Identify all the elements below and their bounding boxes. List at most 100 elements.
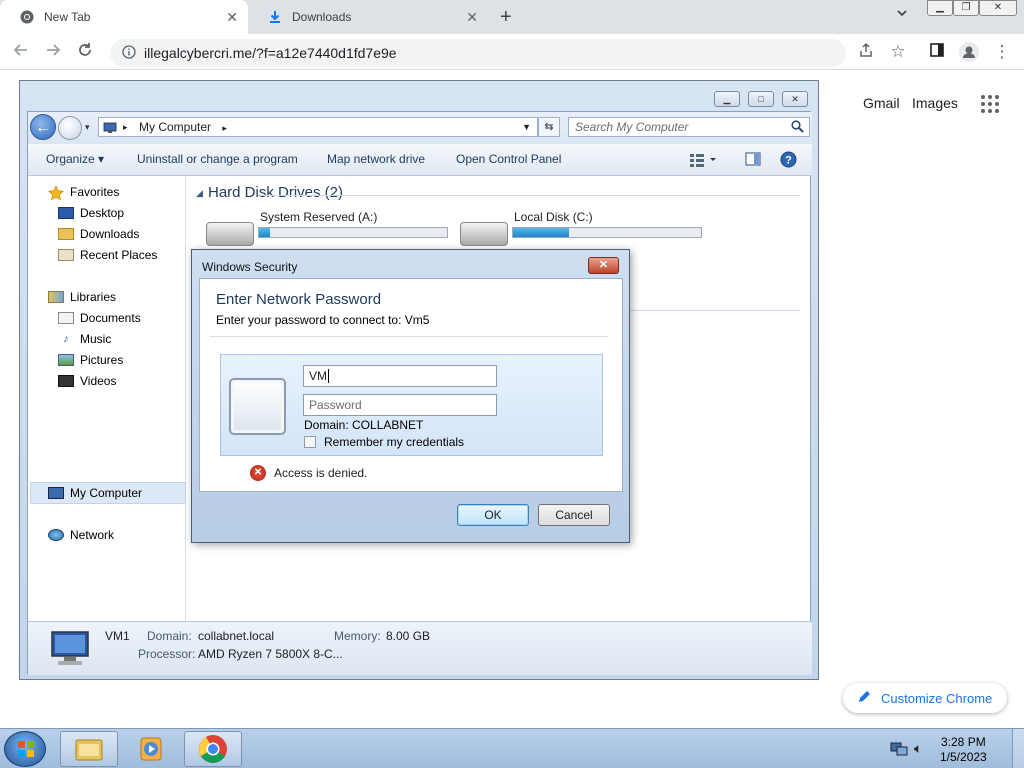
reload-icon[interactable] [74,42,96,63]
computer-icon [48,487,64,499]
explorer-close-icon[interactable]: ✕ [782,91,808,107]
media-player-taskbar-icon[interactable] [122,731,180,767]
domain-label: Domain: [147,629,192,643]
restore-icon[interactable]: ❐ [953,0,979,16]
uninstall-program-button[interactable]: Uninstall or change a program [137,152,298,166]
dialog-close-icon[interactable]: ✕ [588,257,619,274]
nav-music[interactable]: ♪ Music [58,329,111,349]
open-control-panel-button[interactable]: Open Control Panel [456,152,561,166]
ok-button[interactable]: OK [457,504,529,526]
apps-grid-icon[interactable] [981,95,999,113]
tab-new-tab[interactable]: New Tab ✕ [0,0,248,34]
view-options-icon[interactable] [690,153,718,170]
error-message: ✕ Access is denied. [250,465,367,481]
explorer-search-input[interactable]: Search My Computer [568,117,810,137]
remember-credentials[interactable]: Remember my credentials [304,435,464,449]
password-field[interactable]: Password [303,394,497,416]
collapse-arrow-icon[interactable]: ◢ [196,188,203,199]
info-icon[interactable] [122,44,136,62]
tab-label: Downloads [292,10,352,24]
minimize-icon[interactable]: ▁ [927,0,953,16]
explorer-maximize-icon[interactable]: □ [748,91,774,107]
gmail-link[interactable]: Gmail [863,95,900,111]
download-icon [268,10,282,24]
back-icon[interactable] [10,42,32,63]
tab-downloads[interactable]: Downloads ✕ [248,0,488,34]
map-network-drive-button[interactable]: Map network drive [327,152,425,166]
explorer-back-icon[interactable]: ← [30,114,56,140]
network-icon [48,529,64,541]
explorer-forward-icon[interactable] [58,116,82,140]
customize-label: Customize Chrome [881,690,993,706]
password-placeholder: Password [309,398,362,412]
help-icon[interactable]: ? [780,151,797,171]
search-placeholder: Search My Computer [575,120,689,134]
search-icon[interactable] [791,120,804,138]
cancel-button[interactable]: Cancel [538,504,610,526]
domain-text: Domain: COLLABNET [304,418,424,432]
close-tab-icon[interactable]: ✕ [466,9,478,26]
breadcrumb-arrow-icon[interactable]: ▸ [123,118,128,136]
breadcrumb-arrow-icon[interactable]: ▸ [222,123,227,133]
side-panel-icon[interactable] [926,42,948,63]
drive-c-usage-fill [513,228,570,237]
close-window-icon[interactable]: ✕ [979,0,1017,16]
nav-network[interactable]: Network [48,525,114,545]
bookmark-star-icon[interactable]: ☆ [887,42,909,62]
explorer-command-bar: Organize ▾ Uninstall or change a program… [28,144,812,176]
username-value: VM [309,369,327,383]
images-link[interactable]: Images [912,95,958,111]
taskbar-clock[interactable]: 3:28 PM 1/5/2023 [940,735,987,765]
dialog-subtitle: Enter your password to connect to: Vm5 [216,313,430,327]
volume-tray-icon[interactable]: 🔈︎ [914,740,922,757]
windows-drive-icon [460,222,508,246]
profile-avatar-icon[interactable] [958,42,980,67]
remember-checkbox[interactable] [304,436,316,448]
dialog-heading: Enter Network Password [216,291,382,308]
nav-downloads[interactable]: Downloads [58,224,139,244]
tab-search-chevron-icon[interactable] [896,7,908,22]
error-text: Access is denied. [274,466,368,480]
recent-places-icon [58,249,74,261]
refresh-icon[interactable]: ⇆ [538,117,560,137]
clock-time: 3:28 PM [941,735,986,749]
network-tray-icon[interactable] [890,741,908,760]
nav-desktop[interactable]: Desktop [58,203,124,223]
file-explorer-taskbar-icon[interactable] [60,731,118,767]
address-bar[interactable]: illegalcybercri.me/?f=a12e7440d1fd7e9e [110,39,846,67]
windows-security-dialog: Windows Security ✕ Enter Network Passwor… [191,249,630,543]
new-tab-button[interactable]: + [500,6,512,29]
memory-value: 8.00 GB [386,629,431,643]
pictures-icon [58,354,74,366]
remember-label: Remember my credentials [324,435,465,449]
explorer-minimize-icon[interactable]: ▁ [714,91,740,107]
nav-videos[interactable]: Videos [58,371,116,391]
organize-menu[interactable]: Organize ▾ [46,152,104,166]
nav-recent-places[interactable]: Recent Places [58,245,157,265]
nav-documents[interactable]: Documents [58,308,141,328]
windows-start-icon[interactable] [4,731,46,767]
dialog-title: Windows Security [202,260,298,274]
chrome-taskbar-icon[interactable] [184,731,242,767]
breadcrumb-my-computer[interactable]: My Computer [139,120,211,134]
show-desktop-button[interactable] [1012,729,1024,768]
dialog-divider [210,336,608,337]
forward-icon[interactable] [42,42,64,63]
drive-a-usage-fill [259,228,271,237]
nav-favorites[interactable]: Favorites [48,182,119,202]
share-icon[interactable] [855,42,877,63]
username-field[interactable]: VM [303,365,497,387]
history-dropdown-icon[interactable]: ▾ [85,122,90,133]
nav-pictures[interactable]: Pictures [58,350,123,370]
videos-icon [58,375,74,387]
nav-libraries[interactable]: Libraries [48,287,116,307]
customize-chrome-button[interactable]: Customize Chrome [843,683,1007,713]
explorer-address-bar[interactable]: ▸ My Computer ▸ ▼ [98,117,538,137]
preview-pane-icon[interactable] [745,152,761,169]
error-icon: ✕ [250,465,266,481]
nav-my-computer[interactable]: My Computer [48,483,142,503]
dialog-body: Enter Network Password Enter your passwo… [199,278,623,492]
menu-kebab-icon[interactable]: ⋮ [991,42,1013,62]
close-tab-icon[interactable]: ✕ [226,9,238,26]
address-dropdown-icon[interactable]: ▼ [522,118,531,136]
